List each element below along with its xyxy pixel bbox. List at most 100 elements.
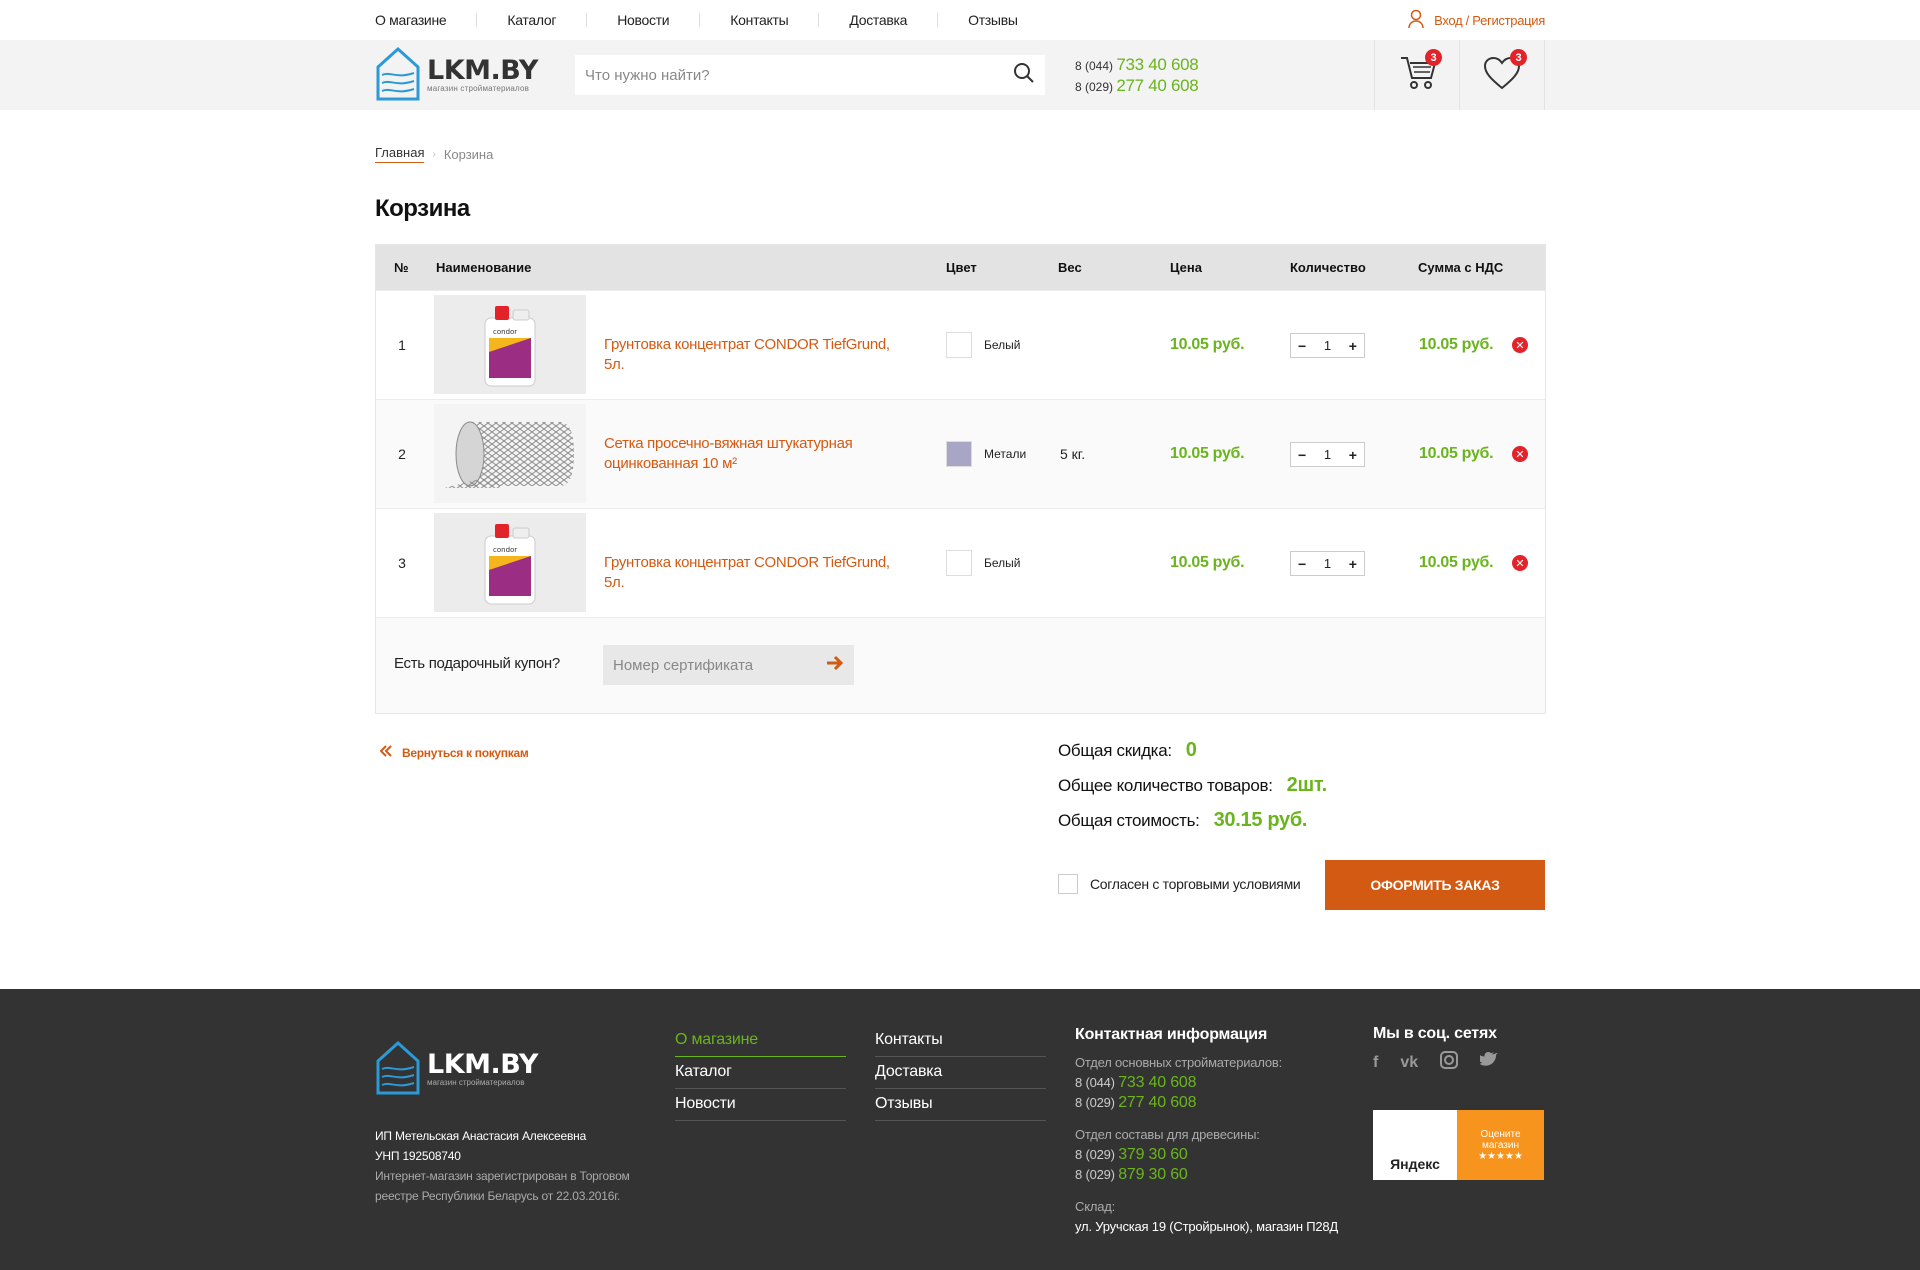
qty-increase-button[interactable]: + [1349, 338, 1357, 354]
instagram-icon[interactable] [1440, 1051, 1459, 1074]
footer: LKM.BY магазин стройматериалов ИП Метель… [0, 989, 1920, 1270]
qty-value[interactable]: 1 [1324, 338, 1331, 353]
divider [586, 13, 588, 27]
breadcrumb-home[interactable]: Главная [375, 145, 425, 163]
remove-icon[interactable]: ✕ [1512, 555, 1528, 571]
footer-logo[interactable]: LKM.BY магазин стройматериалов [375, 1039, 538, 1100]
row-number: 1 [398, 337, 406, 353]
back-to-shopping-link[interactable]: Вернуться к покупкам [379, 745, 529, 760]
total-count-value: 2шт. [1286, 774, 1327, 796]
product-name-link[interactable]: Грунтовка концентрат CONDOR TiefGrund, 5… [604, 553, 904, 593]
search-box [575, 55, 1045, 95]
qty-value[interactable]: 1 [1324, 447, 1331, 462]
search-input[interactable] [585, 66, 1013, 84]
vk-icon[interactable]: vk [1400, 1054, 1418, 1072]
phone-line[interactable]: 8 (044) 733 40 608 [1075, 1073, 1338, 1093]
product-image[interactable]: condor [434, 513, 586, 612]
total-discount-value: 0 [1185, 739, 1197, 761]
footer-link-reviews[interactable]: Отзывы [875, 1089, 1046, 1121]
phone-line[interactable]: 8 (029) 879 30 60 [1075, 1165, 1338, 1185]
terms-agreement[interactable]: Согласен с торговыми условиями [1058, 874, 1301, 894]
total-cost-line: Общая стоимость: 30.15 руб. [1058, 803, 1327, 838]
cart-count-badge: 3 [1425, 49, 1442, 66]
cart-button[interactable]: 3 [1374, 40, 1460, 110]
facebook-icon[interactable]: f [1373, 1054, 1378, 1072]
chevron-right-icon: › [432, 148, 436, 160]
top-menu-delivery[interactable]: Доставка [849, 12, 907, 28]
coupon-input[interactable] [613, 656, 826, 674]
qty-decrease-button[interactable]: − [1298, 447, 1306, 463]
yandex-rate-line-1: Оцените [1480, 1128, 1521, 1140]
top-menu-news[interactable]: Новости [617, 12, 669, 28]
quantity-stepper: − 1 + [1290, 333, 1365, 358]
product-price: 10.05 руб. [1170, 336, 1245, 353]
product-color: Метали [946, 441, 1026, 467]
phone-code: 8 (029) [1075, 1095, 1115, 1110]
col-price: Цена [1170, 260, 1202, 275]
order-totals: Общая скидка: 0 Общее количество товаров:… [1058, 733, 1327, 838]
dept-wood-label: Отдел составы для древесины: [1075, 1127, 1260, 1142]
phone-number: 277 40 608 [1118, 1094, 1197, 1111]
row-number: 3 [398, 555, 406, 571]
top-menu-contacts[interactable]: Контакты [730, 12, 788, 28]
total-cost-label: Общая стоимость: [1058, 811, 1200, 830]
phone-line[interactable]: 8 (029) 379 30 60 [1075, 1145, 1338, 1165]
legal-owner: ИП Метельская Анастасия Алексеевна [375, 1129, 587, 1143]
product-image[interactable]: condor [434, 295, 586, 394]
phone-line[interactable]: 8 (044) 733 40 608 [1075, 55, 1199, 76]
total-discount-line: Общая скидка: 0 [1058, 733, 1327, 768]
coupon-label: Есть подарочный купон? [394, 655, 560, 672]
phone-number: 277 40 608 [1116, 76, 1199, 95]
footer-link-delivery[interactable]: Доставка [875, 1057, 1046, 1089]
contact-info: Контактная информация Отдел основных стр… [1075, 1025, 1338, 1237]
header: LKM.BY магазин стройматериалов 8 (044) 7… [0, 40, 1920, 110]
product-name-link[interactable]: Грунтовка концентрат CONDOR TiefGrund, 5… [604, 335, 904, 375]
product-name-link[interactable]: Сетка просечно-вяжная штукатурная оцинко… [604, 434, 904, 474]
footer-link-catalog[interactable]: Каталог [675, 1057, 846, 1089]
footer-link-contacts[interactable]: Контакты [875, 1025, 1046, 1057]
table-header: № Наименование Цвет Вес Цена Количество … [376, 245, 1545, 290]
top-menu-about[interactable]: О магазине [375, 12, 447, 28]
place-order-button[interactable]: ОФОРМИТЬ ЗАКАЗ [1325, 860, 1545, 910]
phone-code: 8 (029) [1075, 1147, 1115, 1162]
arrow-right-icon[interactable] [826, 655, 844, 676]
twitter-icon[interactable] [1477, 1052, 1498, 1073]
product-image[interactable] [434, 404, 586, 503]
logo[interactable]: LKM.BY магазин стройматериалов [375, 46, 545, 104]
yandex-rating-badge[interactable]: Яндекс Оцените магазин ★★★★★ [1373, 1110, 1544, 1180]
search-icon[interactable] [1013, 62, 1035, 89]
qty-value[interactable]: 1 [1324, 556, 1331, 571]
terms-label: Согласен с торговыми условиями [1090, 876, 1301, 892]
top-menu-reviews[interactable]: Отзывы [968, 12, 1018, 28]
qty-decrease-button[interactable]: − [1298, 556, 1306, 572]
wishlist-button[interactable]: 3 [1459, 40, 1545, 110]
table-row: 3 condor Грунтовка концентрат CONDOR Tie… [376, 508, 1545, 617]
qty-increase-button[interactable]: + [1349, 447, 1357, 463]
qty-increase-button[interactable]: + [1349, 556, 1357, 572]
yandex-rate-block: Оцените магазин ★★★★★ [1457, 1110, 1544, 1180]
terms-checkbox[interactable] [1058, 874, 1078, 894]
total-cost-value: 30.15 руб. [1213, 809, 1308, 831]
phone-line[interactable]: 8 (029) 277 40 608 [1075, 1093, 1338, 1113]
color-swatch [946, 441, 972, 467]
remove-icon[interactable]: ✕ [1512, 446, 1528, 462]
col-sum: Сумма с НДС [1418, 260, 1504, 275]
user-icon [1408, 9, 1424, 32]
legal-unp: УНП 192508740 [375, 1149, 461, 1163]
phone-line[interactable]: 8 (029) 277 40 608 [1075, 76, 1199, 97]
qty-decrease-button[interactable]: − [1298, 338, 1306, 354]
coupon-section: Есть подарочный купон? [376, 617, 1545, 713]
login-link[interactable]: Вход / Регистрация [1408, 9, 1545, 32]
breadcrumb: Главная › Корзина [375, 145, 1545, 163]
logo-house-icon [375, 1039, 421, 1100]
top-nav: О магазине Каталог Новости Контакты Дост… [0, 0, 1920, 40]
footer-link-about[interactable]: О магазине [675, 1025, 846, 1057]
yandex-rate-line-2: магазин [1481, 1139, 1519, 1151]
table-row: 2 Сетка просечно-вяжная штукатурная оцин… [376, 399, 1545, 508]
footer-link-news[interactable]: Новости [675, 1089, 846, 1121]
remove-icon[interactable]: ✕ [1512, 337, 1528, 353]
svg-text:condor: condor [493, 328, 517, 336]
top-menu-catalog[interactable]: Каталог [507, 12, 556, 28]
